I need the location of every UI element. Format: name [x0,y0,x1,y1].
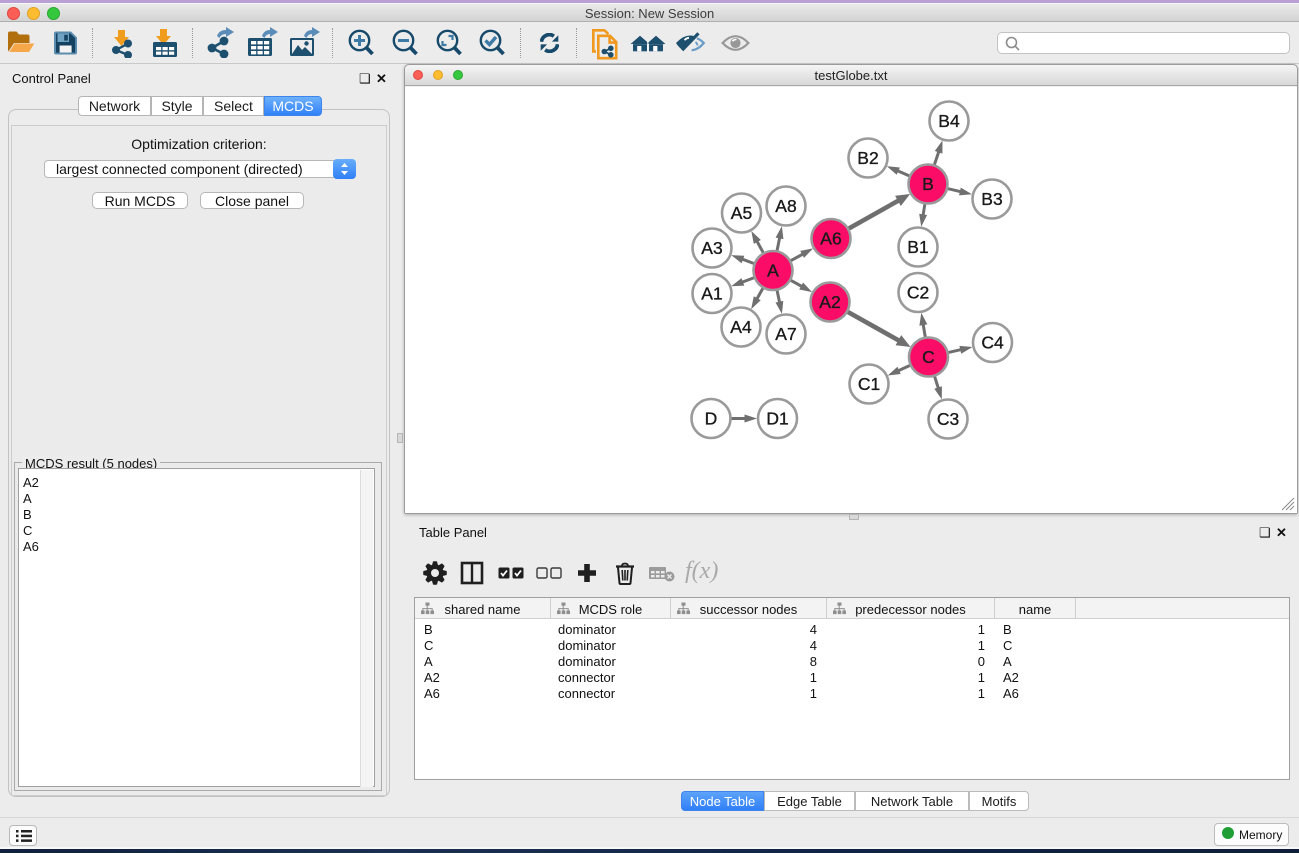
svg-text:C4: C4 [981,333,1004,353]
svg-text:B4: B4 [938,111,960,131]
svg-text:D: D [705,409,718,429]
svg-text:A8: A8 [775,196,796,216]
svg-text:A1: A1 [701,284,722,304]
svg-text:C1: C1 [858,374,880,394]
svg-text:A2: A2 [819,292,840,312]
svg-text:B3: B3 [981,189,1002,209]
svg-text:B1: B1 [907,237,928,257]
svg-text:B2: B2 [857,148,878,168]
svg-text:A3: A3 [701,238,722,258]
svg-text:C2: C2 [907,283,929,303]
svg-text:D1: D1 [766,409,788,429]
svg-text:C3: C3 [937,409,959,429]
svg-text:B: B [922,174,934,194]
svg-text:A7: A7 [775,324,796,344]
svg-text:A5: A5 [731,203,752,223]
svg-text:A: A [767,261,779,281]
svg-text:A6: A6 [820,229,841,249]
svg-text:C: C [922,347,935,367]
svg-text:A4: A4 [730,317,752,337]
